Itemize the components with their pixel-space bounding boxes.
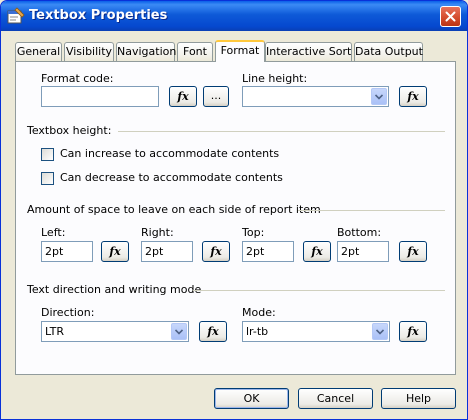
fx-icon: fx <box>311 245 323 258</box>
line-height-combo[interactable] <box>242 86 389 107</box>
mode-expression-button[interactable]: fx <box>399 321 427 342</box>
format-code-browse-button[interactable]: ... <box>203 86 229 107</box>
right-padding-expression-button[interactable]: fx <box>202 241 230 262</box>
tab-general[interactable]: General <box>15 42 62 61</box>
mode-combo[interactable]: lr-tb <box>242 321 390 342</box>
spacing-heading: Amount of space to leave on each side of… <box>27 203 321 216</box>
bottom-padding-label: Bottom: <box>337 226 382 239</box>
tab-visibility[interactable]: Visibility <box>64 42 114 61</box>
properties-icon <box>7 7 25 24</box>
left-padding-input[interactable]: 2pt <box>41 241 93 262</box>
section-divider <box>298 210 445 211</box>
tab-interactive-sort[interactable]: Interactive Sort <box>265 42 352 61</box>
line-height-expression-button[interactable]: fx <box>399 86 427 107</box>
fx-icon: fx <box>407 325 419 338</box>
chevron-down-icon <box>375 93 383 100</box>
direction-heading: Text direction and writing mode <box>27 283 202 296</box>
fx-icon: fx <box>207 325 219 338</box>
section-divider <box>118 131 445 132</box>
mode-value: lr-tb <box>246 325 269 338</box>
format-code-label: Format code: <box>41 72 114 85</box>
right-padding-label: Right: <box>141 226 174 239</box>
can-increase-label[interactable]: Can increase to accommodate contents <box>60 147 279 160</box>
close-button[interactable] <box>440 6 461 27</box>
direction-value: LTR <box>45 325 64 338</box>
section-divider <box>193 290 445 291</box>
fx-icon: fx <box>407 90 419 103</box>
ok-button[interactable]: OK <box>214 388 289 409</box>
mode-dropdown-arrow[interactable] <box>372 323 388 340</box>
line-height-label: Line height: <box>242 72 308 85</box>
line-height-dropdown-arrow[interactable] <box>371 88 387 105</box>
can-decrease-checkbox[interactable] <box>41 172 54 185</box>
tab-navigation[interactable]: Navigation <box>116 42 176 61</box>
textbox-height-heading: Textbox height: <box>27 124 112 137</box>
tab-data-output[interactable]: Data Output <box>354 42 423 61</box>
left-padding-expression-button[interactable]: fx <box>101 241 129 262</box>
dialog-window: Textbox Properties General Visibility Na… <box>0 0 468 420</box>
left-padding-label: Left: <box>41 226 66 239</box>
format-code-input[interactable] <box>41 86 159 107</box>
direction-expression-button[interactable]: fx <box>199 321 227 342</box>
bottom-padding-input[interactable]: 2pt <box>337 241 389 262</box>
tab-format[interactable]: Format <box>215 40 265 62</box>
fx-icon: fx <box>210 245 222 258</box>
top-padding-expression-button[interactable]: fx <box>303 241 331 262</box>
top-padding-input[interactable]: 2pt <box>242 241 294 262</box>
top-padding-label: Top: <box>242 226 265 239</box>
tab-font[interactable]: Font <box>177 42 213 61</box>
close-icon <box>445 11 456 22</box>
help-button[interactable]: Help <box>381 388 456 409</box>
fx-icon: fx <box>407 245 419 258</box>
direction-dropdown-arrow[interactable] <box>171 323 187 340</box>
can-increase-checkbox[interactable] <box>41 148 54 161</box>
format-panel: Format code: fx ... Line height: fx Text… <box>15 61 456 375</box>
window-title: Textbox Properties <box>29 8 168 23</box>
cancel-button[interactable]: Cancel <box>298 388 373 409</box>
direction-combo[interactable]: LTR <box>41 321 189 342</box>
chevron-down-icon <box>376 328 384 335</box>
format-code-expression-button[interactable]: fx <box>169 86 197 107</box>
mode-label: Mode: <box>242 306 276 319</box>
title-bar[interactable]: Textbox Properties <box>1 1 467 31</box>
can-decrease-label[interactable]: Can decrease to accommodate contents <box>60 171 283 184</box>
bottom-padding-expression-button[interactable]: fx <box>399 241 427 262</box>
direction-label: Direction: <box>41 306 95 319</box>
chevron-down-icon <box>175 328 183 335</box>
fx-icon: fx <box>109 245 121 258</box>
fx-icon: fx <box>177 90 189 103</box>
right-padding-input[interactable]: 2pt <box>141 241 193 262</box>
